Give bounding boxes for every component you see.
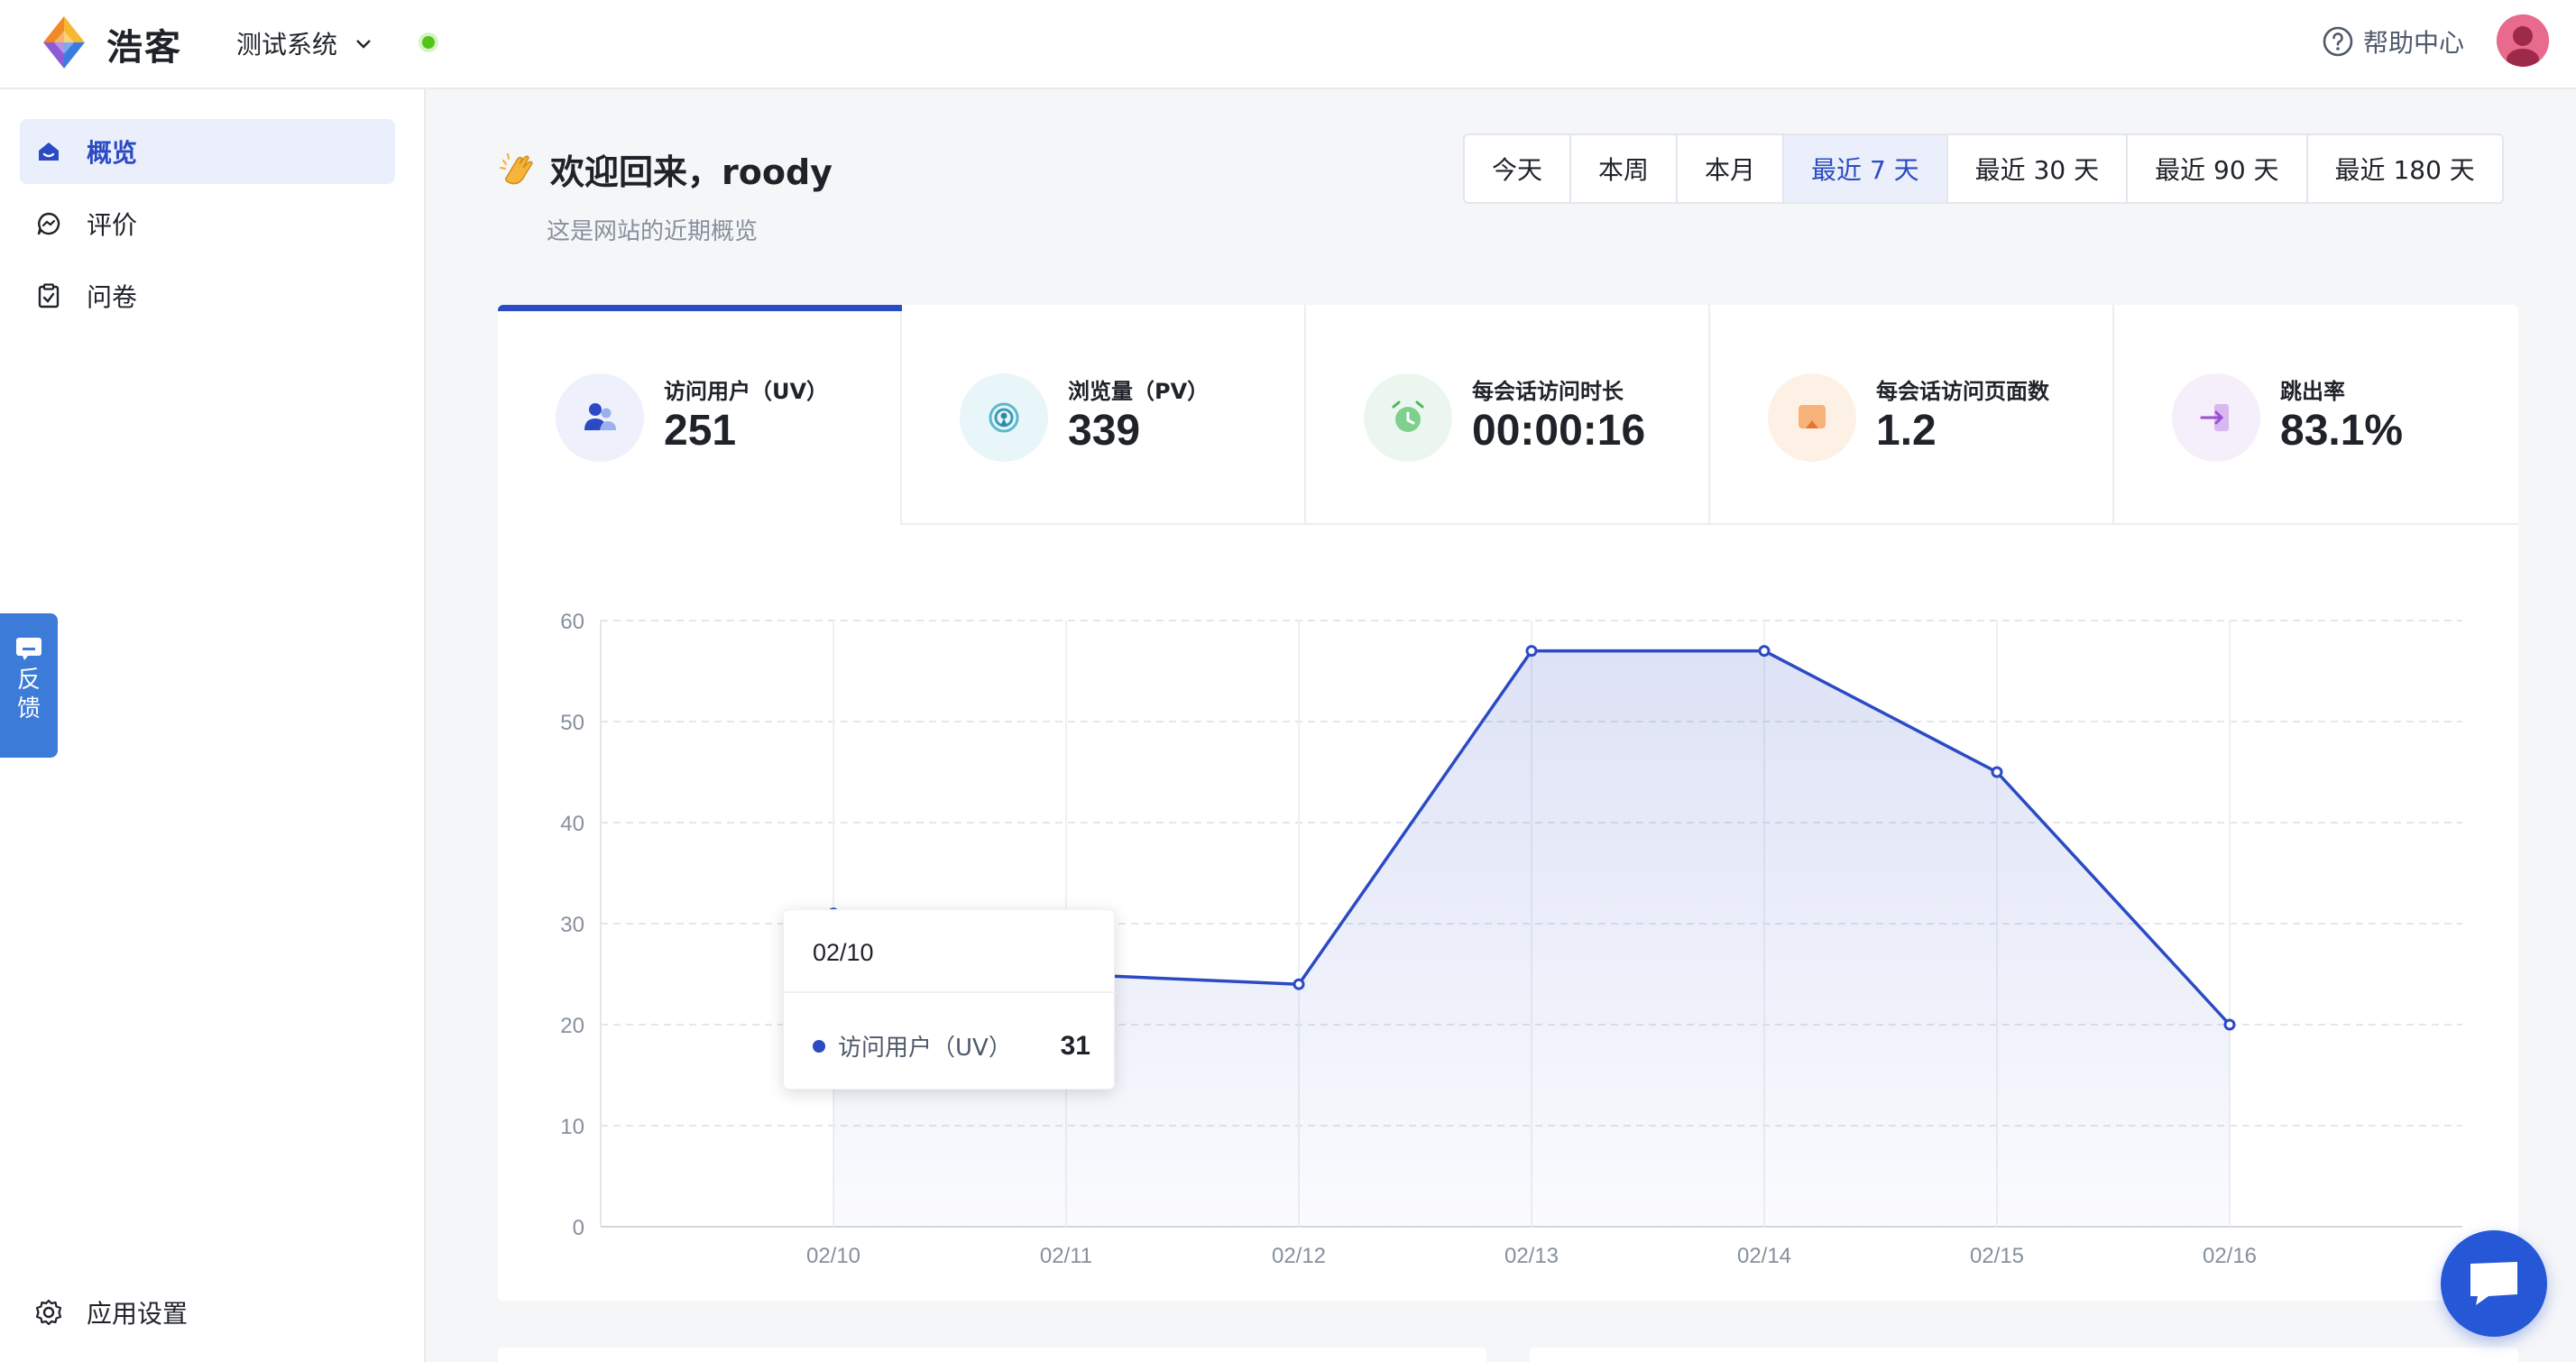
question-circle-icon bbox=[2323, 26, 2353, 57]
sidebar-item-label: 问卷 bbox=[87, 282, 138, 312]
clapping-hands-icon bbox=[499, 152, 533, 184]
data-point bbox=[1758, 645, 1771, 658]
y-tick-label: 0 bbox=[573, 1216, 584, 1240]
stat-label: 跳出率 bbox=[2280, 379, 2345, 404]
series-dot bbox=[813, 1039, 825, 1053]
app-settings-link[interactable]: 应用设置 bbox=[34, 1294, 188, 1330]
x-tick-label: 02/13 bbox=[1504, 1244, 1559, 1268]
clipboard-icon bbox=[34, 281, 63, 310]
range-this-month-button[interactable]: 本月 bbox=[1676, 135, 1782, 202]
avatar-image-icon bbox=[2497, 14, 2549, 67]
chat-support-button[interactable] bbox=[2441, 1230, 2547, 1337]
welcome-text: 欢迎回来，roody bbox=[550, 152, 833, 192]
sidebar-item-reviews[interactable]: 评价 bbox=[20, 191, 395, 256]
data-point bbox=[2223, 1018, 2236, 1031]
system-select-label: 测试系统 bbox=[236, 30, 338, 60]
app-settings-label: 应用设置 bbox=[87, 1299, 189, 1329]
x-tick-label: 02/16 bbox=[2203, 1244, 2257, 1268]
y-tick-label: 30 bbox=[560, 913, 584, 937]
stat-label: 每会话访问时长 bbox=[1472, 379, 1624, 404]
tooltip-divider bbox=[784, 991, 1116, 993]
range-last-7-days-button[interactable]: 最近 7 天 bbox=[1782, 135, 1946, 202]
sidebar-item-overview[interactable]: 概览 bbox=[20, 119, 395, 184]
y-tick-label: 40 bbox=[560, 812, 584, 836]
stat-pv[interactable]: 浏览量（PV） 339 bbox=[902, 305, 1306, 525]
y-tick-label: 10 bbox=[560, 1115, 584, 1139]
stat-uv[interactable]: 访问用户（UV） 251 bbox=[498, 305, 902, 525]
logo-icon bbox=[43, 16, 85, 69]
message-icon bbox=[16, 638, 41, 660]
tooltip-series-name: 访问用户（UV） bbox=[838, 1035, 1012, 1062]
stat-session-duration[interactable]: 每会话访问时长 00:00:16 bbox=[1306, 305, 1710, 525]
stat-value: 251 bbox=[664, 407, 737, 455]
tooltip-row: 访问用户（UV） 31 bbox=[813, 1029, 1090, 1063]
top-header: 浩客 测试系统 帮助中心 bbox=[0, 0, 2576, 89]
x-tick-label: 02/10 bbox=[806, 1244, 860, 1268]
feedback-label: 反馈 bbox=[16, 667, 41, 722]
gear-icon bbox=[35, 1299, 62, 1326]
y-tick-label: 20 bbox=[560, 1014, 584, 1038]
secondary-card-right bbox=[1530, 1348, 2518, 1362]
sidebar-item-label: 概览 bbox=[87, 138, 138, 168]
page-icon bbox=[1768, 373, 1856, 462]
system-select[interactable]: 测试系统 bbox=[236, 25, 373, 61]
range-today-button[interactable]: 今天 bbox=[1465, 135, 1569, 202]
stat-pages-per-session[interactable]: 每会话访问页面数 1.2 bbox=[1710, 305, 2114, 525]
stat-value: 83.1% bbox=[2280, 407, 2404, 455]
x-tick-label: 02/14 bbox=[1737, 1244, 1791, 1268]
sidebar: 概览 评价 问卷 应用设置 bbox=[0, 89, 426, 1362]
stat-value: 339 bbox=[1068, 407, 1141, 455]
data-point bbox=[1525, 645, 1538, 658]
exit-icon bbox=[2172, 373, 2260, 462]
tooltip-value: 31 bbox=[1060, 1030, 1090, 1061]
stat-label: 访问用户（UV） bbox=[664, 379, 829, 404]
range-last-90-days-button[interactable]: 最近 90 天 bbox=[2126, 135, 2305, 202]
stat-value: 00:00:16 bbox=[1472, 407, 1646, 455]
range-last-30-days-button[interactable]: 最近 30 天 bbox=[1946, 135, 2126, 202]
data-point bbox=[1991, 766, 2003, 778]
data-point bbox=[1293, 978, 1305, 990]
chart-tooltip: 02/10 访问用户（UV） 31 bbox=[783, 909, 1116, 1090]
alarm-clock-icon bbox=[1364, 373, 1452, 462]
sidebar-item-surveys[interactable]: 问卷 bbox=[20, 263, 395, 328]
help-center-link[interactable]: 帮助中心 bbox=[2322, 23, 2464, 60]
status-indicator bbox=[419, 32, 438, 52]
broadcast-icon bbox=[960, 373, 1048, 462]
user-avatar[interactable] bbox=[2497, 14, 2549, 67]
x-tick-label: 02/15 bbox=[1970, 1244, 2024, 1268]
chat-icon bbox=[2470, 1262, 2517, 1305]
chevron-down-icon bbox=[356, 40, 371, 49]
stat-bounce-rate[interactable]: 跳出率 83.1% bbox=[2114, 305, 2518, 525]
stat-label: 浏览量（PV） bbox=[1068, 379, 1210, 404]
range-this-week-button[interactable]: 本周 bbox=[1569, 135, 1676, 202]
stats-row: 访问用户（UV） 251 浏览量（PV） 339 每会话访问时长 00:00:1… bbox=[498, 305, 2518, 525]
range-last-180-days-button[interactable]: 最近 180 天 bbox=[2305, 135, 2502, 202]
brand-name: 浩客 bbox=[106, 27, 182, 69]
home-icon bbox=[34, 137, 63, 166]
overview-card: 访问用户（UV） 251 浏览量（PV） 339 每会话访问时长 00:00:1… bbox=[498, 305, 2518, 1301]
stat-label: 每会话访问页面数 bbox=[1876, 379, 2049, 404]
page-subtitle: 这是网站的近期概览 bbox=[547, 218, 759, 245]
users-icon bbox=[556, 373, 644, 462]
date-range-selector: 今天 本周 本月 最近 7 天 最近 30 天 最近 90 天 最近 180 天 bbox=[1463, 133, 2504, 204]
sidebar-item-label: 评价 bbox=[87, 210, 138, 240]
feedback-tab[interactable]: 反馈 bbox=[0, 613, 58, 758]
help-center-label: 帮助中心 bbox=[2363, 28, 2465, 58]
welcome-heading: 欢迎回来，roody bbox=[498, 144, 833, 194]
y-tick-label: 60 bbox=[560, 610, 584, 634]
secondary-card-left bbox=[498, 1348, 1486, 1362]
x-tick-label: 02/12 bbox=[1272, 1244, 1326, 1268]
stat-value: 1.2 bbox=[1876, 407, 1937, 455]
tooltip-date: 02/10 bbox=[813, 939, 874, 966]
x-tick-label: 02/11 bbox=[1040, 1244, 1092, 1268]
chat-bubble-icon bbox=[34, 209, 63, 238]
y-tick-label: 50 bbox=[560, 711, 584, 735]
